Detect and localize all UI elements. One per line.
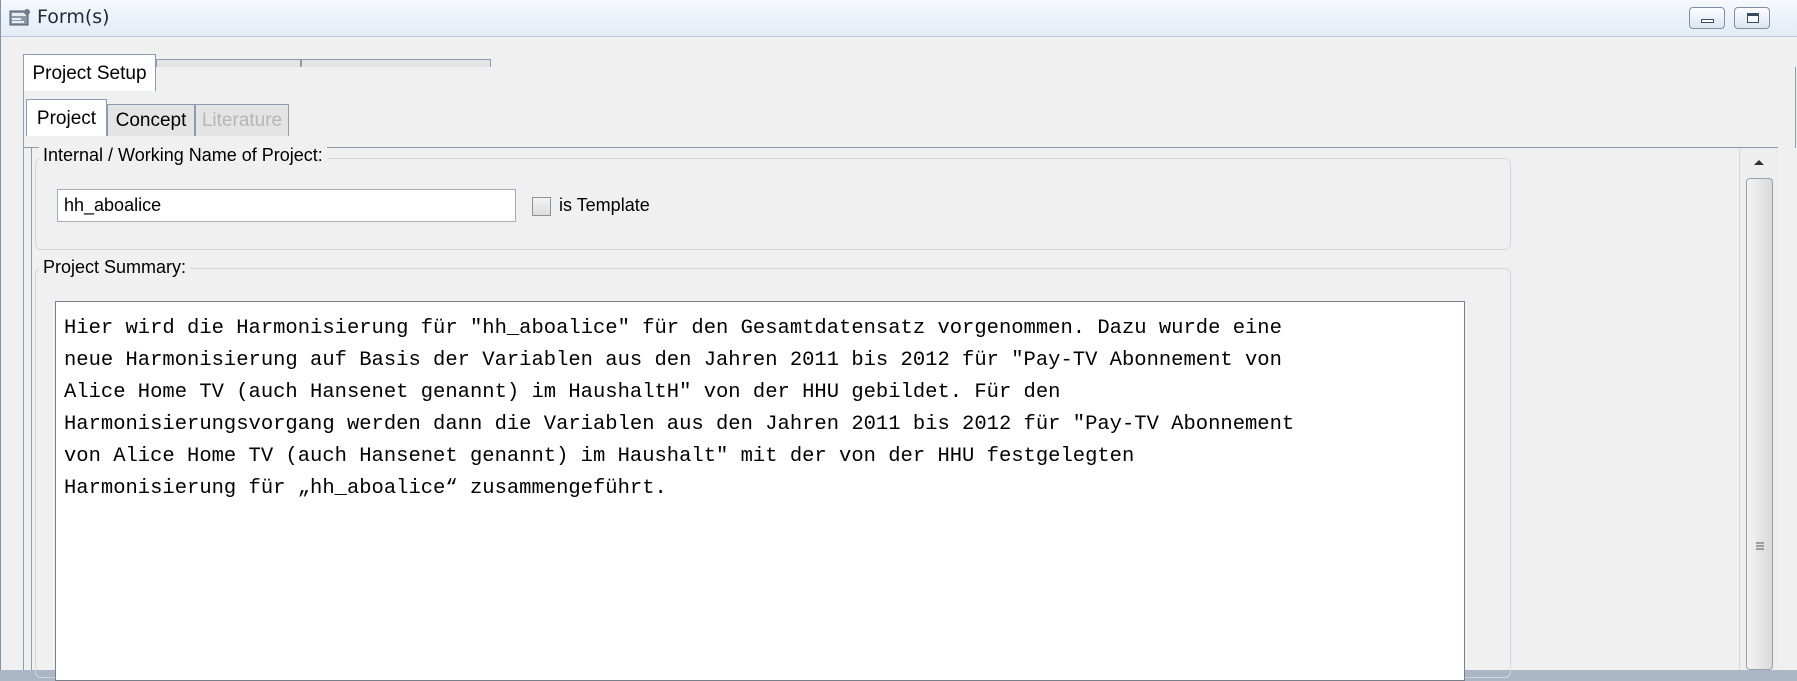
minimize-button[interactable] [1689, 7, 1725, 29]
is-template-label[interactable]: is Template [559, 195, 650, 216]
scroll-up-button[interactable] [1740, 148, 1778, 176]
tab-project[interactable]: Project [26, 99, 107, 136]
minimize-icon [1701, 19, 1714, 23]
is-template-checkbox[interactable] [532, 197, 551, 216]
title-bar[interactable]: Form(s) [1, 0, 1797, 37]
tab-literature: Literature [195, 104, 289, 136]
window-title: Form(s) [37, 6, 110, 28]
working-name-input[interactable]: hh_aboalice [57, 189, 516, 222]
panel-right-edge [1778, 148, 1796, 670]
tab-project-setup[interactable]: Project Setup [23, 54, 156, 91]
maximize-button[interactable] [1734, 7, 1770, 29]
working-name-label: Internal / Working Name of Project: [39, 145, 327, 166]
maximize-icon [1747, 13, 1759, 23]
scroll-thumb[interactable] [1746, 178, 1773, 670]
form-window: Form(s) Project Setup Target Variable Da… [0, 0, 1797, 681]
vertical-scrollbar[interactable] [1739, 148, 1778, 670]
project-summary-textarea[interactable]: Hier wird die Harmonisierung für "hh_abo… [55, 301, 1465, 681]
scroll-grip-icon [1756, 542, 1764, 550]
form-window-icon [9, 9, 30, 26]
project-summary-label: Project Summary: [39, 257, 191, 278]
tab-concept[interactable]: Concept [107, 104, 195, 136]
scroll-up-arrow-icon [1754, 160, 1764, 165]
